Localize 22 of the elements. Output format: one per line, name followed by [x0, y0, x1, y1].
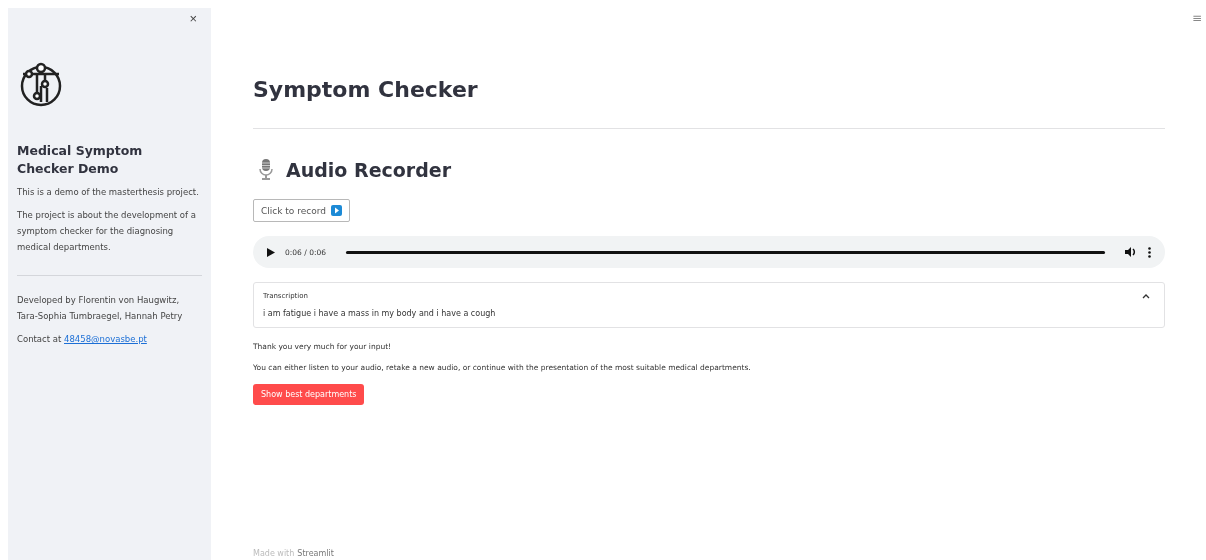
play-button[interactable] [267, 247, 275, 257]
close-button[interactable]: × [184, 11, 202, 26]
more-options-icon[interactable] [1148, 246, 1151, 258]
email-link[interactable]: 48458@novasbe.pt [64, 334, 147, 344]
contact-text: Contact at 48458@novasbe.pt [17, 333, 148, 346]
sidebar-text: The project is about the development of a symptom checker for the diagnosing medical departments. [17, 209, 197, 254]
sidebar-text: This is a demo of the masterthesis project. [17, 186, 200, 199]
play-icon [330, 205, 342, 216]
microphone-icon [259, 159, 273, 181]
menu-icon[interactable]: ≡ [1191, 11, 1202, 25]
volume-icon[interactable] [1125, 247, 1136, 257]
sidebar-title: Medical Symptom Checker Demo [17, 142, 144, 178]
chevron-icon[interactable] [1142, 293, 1150, 299]
footer-link[interactable]: Streamlit [297, 549, 334, 558]
footer-text: Made with [253, 549, 295, 558]
record-button[interactable]: Click to record [253, 199, 350, 222]
section-title: Audio Recorder [286, 158, 452, 183]
page-title: Symptom Checker [253, 76, 479, 104]
transcription-text: i am fatigue i have a mass in my body and i have a cough [263, 309, 497, 318]
credits-text: Developed by Florentin von Haugwitz, Tara-Sophia Tumbraegel, Hannah Petry [17, 294, 184, 323]
show-departments-button[interactable]: Show best departments [253, 384, 365, 405]
progress-bar[interactable] [346, 250, 1105, 254]
